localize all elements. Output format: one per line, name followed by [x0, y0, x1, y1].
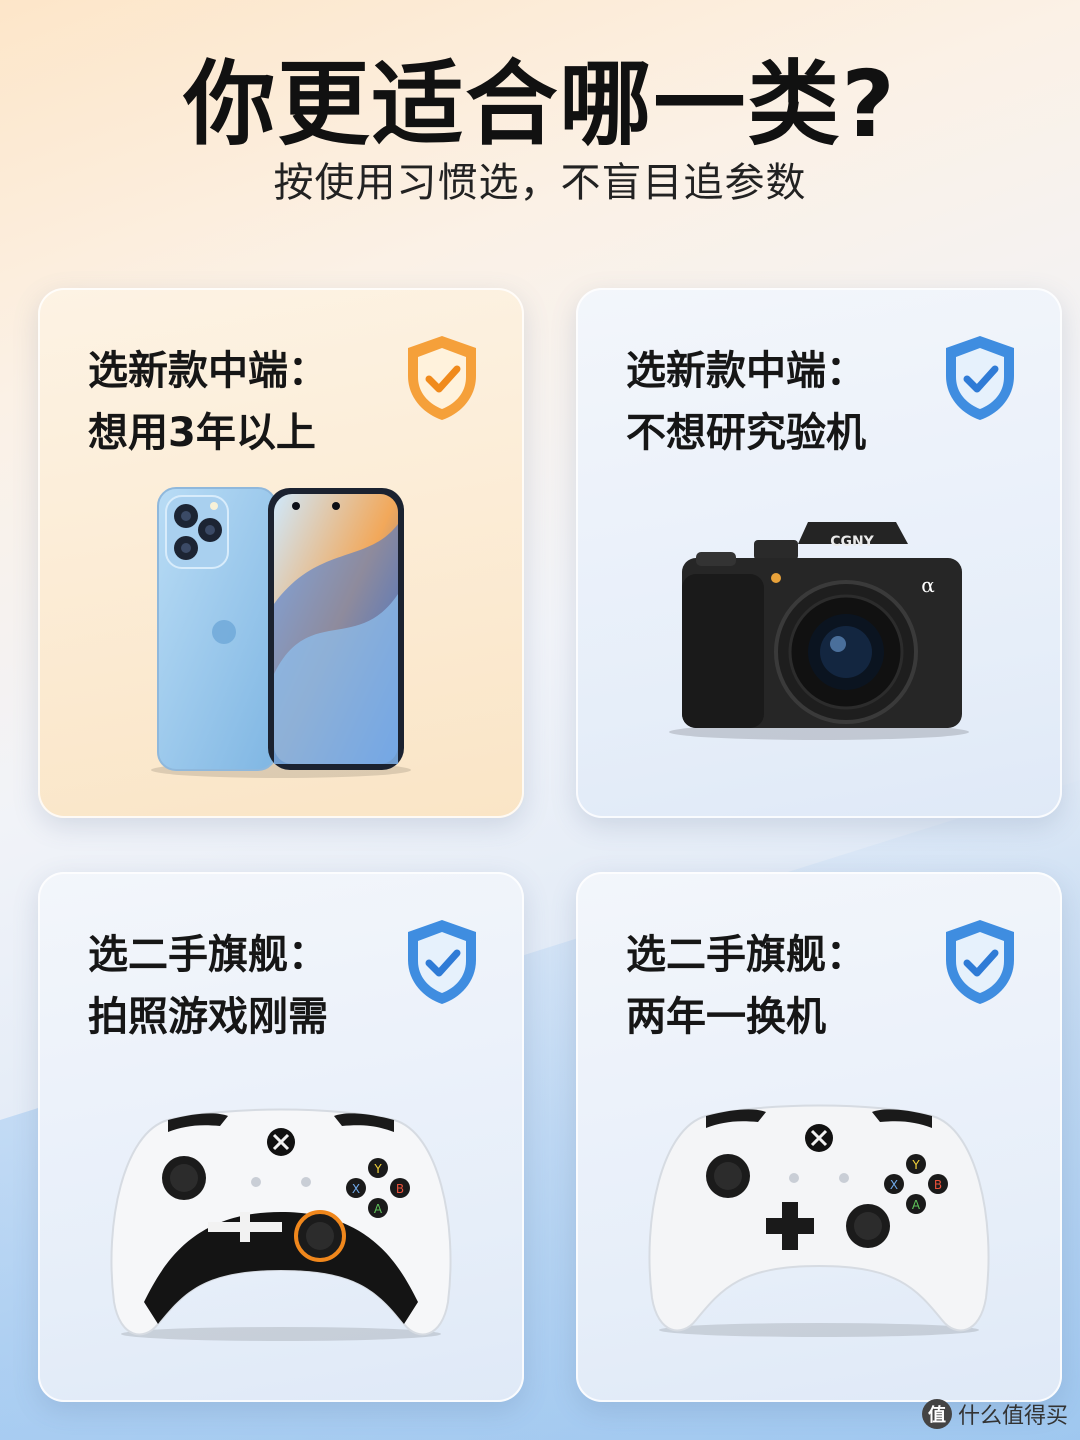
blue-shield-check-icon [946, 336, 1014, 420]
svg-text:B: B [396, 1182, 404, 1196]
page-subtitle: 按使用习惯选，不盲目追参数 [273, 160, 807, 206]
camera-illustration: CGNY α [669, 522, 969, 740]
svg-text:Y: Y [373, 1162, 382, 1176]
svg-text:X: X [890, 1178, 898, 1192]
watermark-logo-icon: 值 [921, 1399, 952, 1429]
camera-brand-label: CGNY [830, 534, 874, 550]
blue-shield-check-icon [946, 920, 1014, 1004]
option-card-new-midrange-no-inspection[interactable]: 选新款中端： 不想研究验机 CGNY α [576, 288, 1062, 818]
blue-shield-check-icon [408, 920, 476, 1004]
option-card-used-flagship-photo-gaming[interactable]: 选二手旗舰： 拍照游戏刚需 X Y B A [38, 872, 524, 1402]
card-description: 拍照游戏刚需 [88, 994, 328, 1040]
card-description: 两年一换机 [626, 994, 826, 1040]
page-title: 你更适合哪一类? [183, 51, 897, 158]
card-heading: 选新款中端： [88, 348, 328, 394]
svg-text:A: A [374, 1202, 383, 1216]
game-controller-illustration: X Y B A [648, 1104, 990, 1337]
svg-text:Y: Y [911, 1158, 920, 1172]
option-card-new-midrange-long-use[interactable]: 选新款中端： 想用3年以上 [38, 288, 524, 818]
card-description: 不想研究验机 [626, 410, 866, 456]
game-controller-illustration: X Y B A [110, 1108, 452, 1341]
card-text: 选新款中端： 想用3年以上 [88, 340, 328, 464]
smartphone-illustration [151, 487, 411, 778]
card-heading: 选二手旗舰： [88, 932, 328, 978]
card-text: 选二手旗舰： 两年一换机 [626, 924, 866, 1048]
svg-text:X: X [352, 1182, 360, 1196]
watermark-text: 什么值得买 [957, 1404, 1068, 1429]
site-watermark: 值 什么值得买 [921, 1398, 1068, 1430]
option-card-used-flagship-two-year-swap[interactable]: 选二手旗舰： 两年一换机 X Y B A [576, 872, 1062, 1402]
card-description: 想用3年以上 [88, 410, 316, 456]
svg-text:A: A [912, 1198, 921, 1212]
svg-text:B: B [934, 1178, 942, 1192]
orange-shield-check-icon [408, 336, 476, 420]
camera-model-badge: α [921, 573, 935, 597]
card-text: 选新款中端： 不想研究验机 [626, 340, 866, 464]
card-heading: 选二手旗舰： [626, 932, 866, 978]
card-heading: 选新款中端： [626, 348, 866, 394]
card-text: 选二手旗舰： 拍照游戏刚需 [88, 924, 328, 1048]
